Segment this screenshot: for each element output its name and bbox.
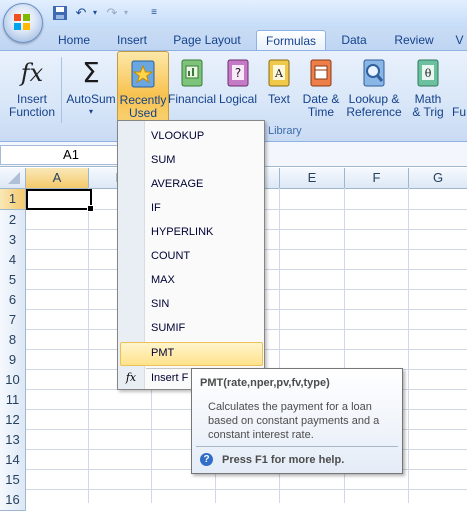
row-header[interactable]: 8 — [0, 330, 26, 351]
math-trig-book-icon: θ — [417, 59, 439, 87]
tab-data[interactable]: Data — [332, 30, 376, 50]
menu-item-count[interactable]: COUNT — [151, 249, 190, 263]
office-logo-icon — [14, 14, 30, 30]
tab-review[interactable]: Review — [386, 30, 442, 50]
title-bar — [0, 0, 467, 28]
row-header[interactable]: 4 — [0, 250, 26, 271]
ribbon-divider — [61, 57, 62, 123]
svg-text:?: ? — [235, 66, 241, 80]
logical-button[interactable]: ? Logical — [217, 51, 259, 125]
row-header[interactable]: 7 — [0, 310, 26, 331]
column-header[interactable]: G — [409, 168, 467, 189]
row-header[interactable]: 9 — [0, 350, 26, 371]
recently-used-button[interactable]: Recently Used — [117, 51, 169, 125]
lookup-book-icon — [363, 59, 385, 87]
date-time-button[interactable]: Date & Time — [299, 51, 343, 125]
tab-home[interactable]: Home — [50, 30, 98, 50]
svg-text:A: A — [274, 67, 284, 80]
office-button[interactable] — [3, 3, 43, 43]
menu-item-insert-function[interactable]: Insert F — [151, 371, 188, 385]
financial-button[interactable]: Financial — [168, 51, 216, 125]
row-header[interactable]: 2 — [0, 210, 26, 231]
text-label: Text — [267, 92, 290, 106]
fill-handle[interactable] — [87, 205, 94, 212]
insert-function-small-icon: fx — [125, 371, 137, 384]
tooltip-help-text: Press F1 for more help. — [222, 454, 345, 466]
tooltip-separator — [196, 446, 398, 447]
date-time-book-icon — [310, 59, 332, 87]
column-header[interactable]: E — [280, 168, 345, 189]
sigma-icon: Σ — [82, 56, 100, 89]
menu-item-hyperlink[interactable]: HYPERLINK — [151, 225, 213, 239]
tab-page-layout[interactable]: Page Layout — [166, 30, 248, 50]
menu-item-sumif[interactable]: SUMIF — [151, 321, 185, 335]
logical-book-icon: ? — [227, 59, 249, 87]
menu-item-pmt-highlight — [120, 342, 263, 366]
select-all-icon — [8, 172, 20, 184]
function-fx-icon: fx — [20, 59, 44, 87]
text-book-icon: A — [268, 59, 290, 87]
tab-formulas[interactable]: Formulas — [256, 30, 326, 51]
star-book-icon — [131, 60, 155, 88]
row-header[interactable]: 14 — [0, 450, 26, 471]
insert-function-label: Insert Function — [8, 92, 56, 119]
math-trig-button[interactable]: θ Math & Trig — [406, 51, 450, 125]
autosum-button[interactable]: Σ AutoSum ▾ — [64, 51, 118, 125]
column-header[interactable]: A — [26, 168, 89, 189]
date-time-label: Date & Time — [302, 92, 340, 119]
row-header[interactable]: 1 — [0, 189, 26, 210]
menu-item-sin[interactable]: SIN — [151, 297, 169, 311]
active-cell-a1[interactable] — [26, 189, 94, 212]
menu-item-average[interactable]: AVERAGE — [151, 177, 203, 191]
row-header[interactable]: 5 — [0, 270, 26, 291]
financial-book-icon — [181, 59, 203, 87]
text-button[interactable]: A Text — [262, 51, 296, 125]
autosum-dropdown-icon: ▾ — [88, 107, 93, 116]
menu-item-max[interactable]: MAX — [151, 273, 175, 287]
row-header[interactable]: 13 — [0, 430, 26, 451]
math-trig-label: Math & Trig — [412, 92, 444, 119]
menu-item-sum[interactable]: SUM — [151, 153, 175, 167]
more-functions-button[interactable]: Fu — [452, 51, 467, 125]
lookup-reference-label: Lookup & Reference — [346, 92, 402, 119]
save-icon[interactable] — [52, 5, 68, 21]
tooltip-title: PMT(rate,nper,pv,fv,type) — [200, 377, 330, 389]
function-library-group-label: Library — [268, 125, 302, 137]
redo-dropdown-icon[interactable]: ▾ — [118, 5, 134, 21]
tab-view[interactable]: V — [452, 30, 467, 50]
tab-insert[interactable]: Insert — [106, 30, 158, 50]
gridline — [26, 489, 467, 490]
more-functions-label: Fu — [452, 105, 467, 119]
menu-item-if[interactable]: IF — [151, 201, 161, 215]
ribbon-tabs: Home Insert Page Layout Formulas Data Re… — [0, 28, 467, 51]
svg-text:θ: θ — [425, 67, 432, 80]
lookup-reference-button[interactable]: Lookup & Reference — [344, 51, 404, 125]
row-header[interactable]: 3 — [0, 230, 26, 251]
recently-used-label: Recently Used — [119, 93, 167, 120]
row-header[interactable]: 10 — [0, 370, 26, 391]
row-header[interactable]: 6 — [0, 290, 26, 311]
row-header[interactable]: 16 — [0, 490, 26, 511]
financial-label: Financial — [168, 92, 217, 106]
insert-function-button[interactable]: fx Insert Function — [6, 51, 58, 125]
row-header[interactable]: 11 — [0, 390, 26, 411]
help-icon: ? — [200, 453, 213, 466]
menu-item-pmt[interactable]: PMT — [151, 346, 174, 360]
tooltip-description: Calculates the payment for a loan based … — [208, 401, 380, 441]
undo-dropdown-icon[interactable]: ▾ — [87, 5, 103, 21]
autosum-label: AutoSum — [66, 92, 116, 106]
column-header[interactable]: F — [345, 168, 409, 189]
menu-item-vlookup[interactable]: VLOOKUP — [151, 129, 204, 143]
recently-used-menu: VLOOKUP SUM AVERAGE IF HYPERLINK COUNT M… — [117, 120, 265, 390]
gridline — [88, 188, 89, 503]
select-all-corner[interactable] — [0, 168, 26, 189]
logical-label: Logical — [218, 92, 258, 106]
pmt-tooltip: PMT(rate,nper,pv,fv,type) Calculates the… — [191, 368, 403, 474]
gridline — [408, 188, 409, 503]
row-header[interactable]: 12 — [0, 410, 26, 431]
customize-toolbar-icon[interactable]: ≡ — [146, 5, 162, 21]
row-header[interactable]: 15 — [0, 470, 26, 491]
